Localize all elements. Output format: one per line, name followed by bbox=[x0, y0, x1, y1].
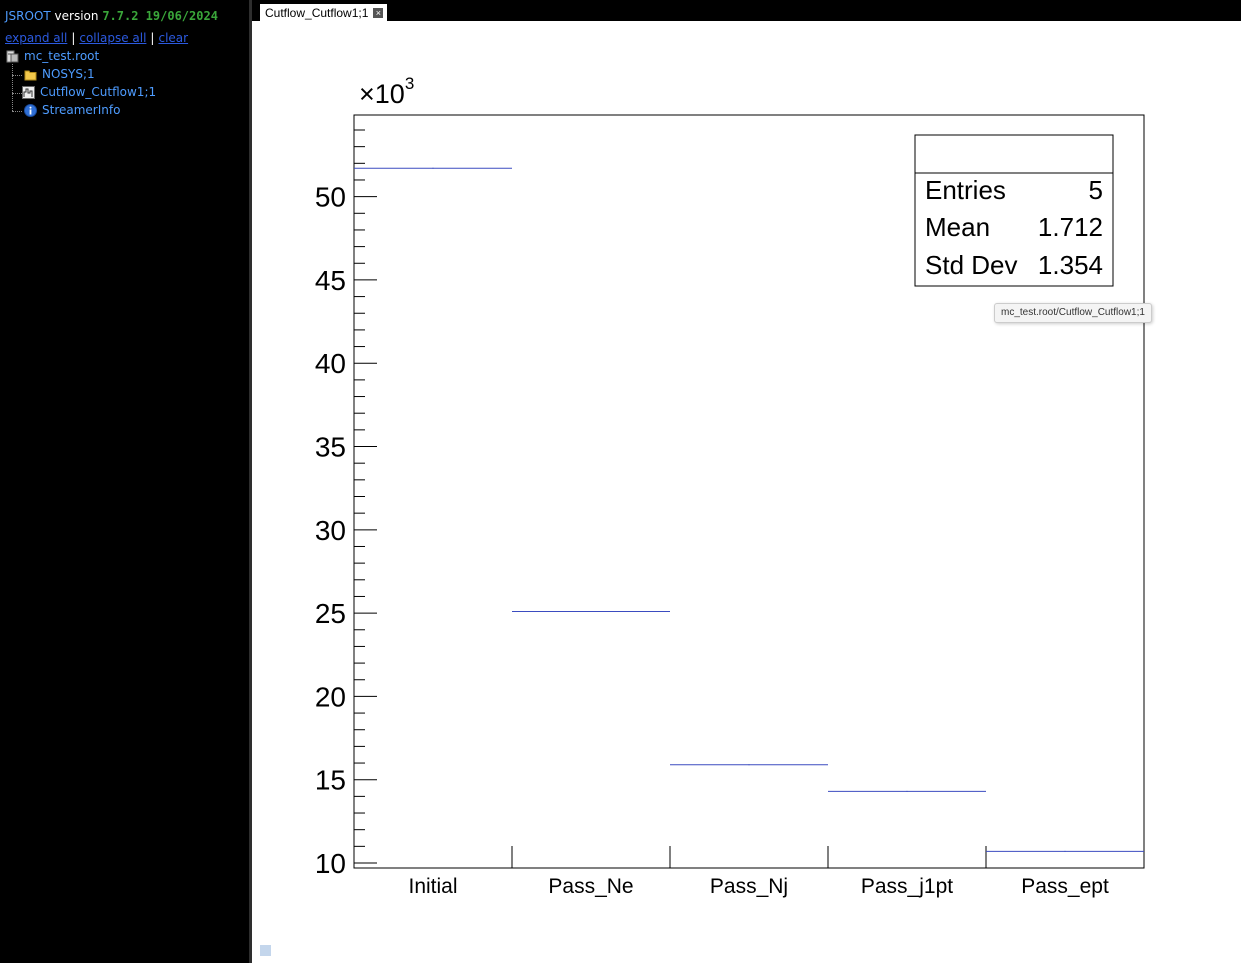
object-tooltip: mc_test.root/Cutflow_Cutflow1;1 bbox=[994, 303, 1152, 323]
histogram-canvas[interactable]: 10 15 20 25 30 35 40 45 50 Initial Pass_Ne Pass_Nj… bbox=[0, 0, 1241, 963]
y-tick-label: 20 bbox=[315, 681, 346, 712]
x-tick-label: Pass_ept bbox=[1021, 875, 1109, 898]
y-tick-label: 35 bbox=[315, 432, 346, 463]
y-tick-labels: 10 15 20 25 30 35 40 45 50 bbox=[315, 182, 346, 879]
x-tick-label: Pass_j1pt bbox=[861, 875, 953, 898]
y-exponent-label: ×103 bbox=[359, 74, 414, 109]
canvas-resize-handle[interactable] bbox=[260, 945, 271, 956]
y-tick-label: 45 bbox=[315, 265, 346, 296]
x-tick-label: Pass_Nj bbox=[710, 875, 788, 898]
y-minor-ticks bbox=[354, 129, 365, 847]
y-tick-label: 50 bbox=[315, 182, 346, 213]
x-tick-labels: Initial Pass_Ne Pass_Nj Pass_j1pt Pass_ept bbox=[408, 875, 1108, 898]
stats-box[interactable]: Entries 5 Mean 1.712 Std Dev 1.354 bbox=[914, 134, 1114, 287]
stats-mean-label: Mean bbox=[925, 212, 990, 242]
y-tick-label: 25 bbox=[315, 598, 346, 629]
stats-stddev-label: Std Dev bbox=[925, 250, 1018, 280]
y-tick-label: 10 bbox=[315, 848, 346, 879]
x-ticks bbox=[511, 846, 987, 868]
y-tick-label: 40 bbox=[315, 348, 346, 379]
x-tick-label: Pass_Ne bbox=[548, 875, 633, 898]
stats-stddev-value: 1.354 bbox=[1038, 250, 1103, 280]
x-tick-label: Initial bbox=[408, 875, 457, 898]
stats-entries-value: 5 bbox=[1089, 175, 1103, 205]
stats-mean-value: 1.712 bbox=[1038, 212, 1103, 242]
y-tick-label: 15 bbox=[315, 765, 346, 796]
stats-entries-label: Entries bbox=[925, 175, 1006, 205]
y-tick-label: 30 bbox=[315, 515, 346, 546]
